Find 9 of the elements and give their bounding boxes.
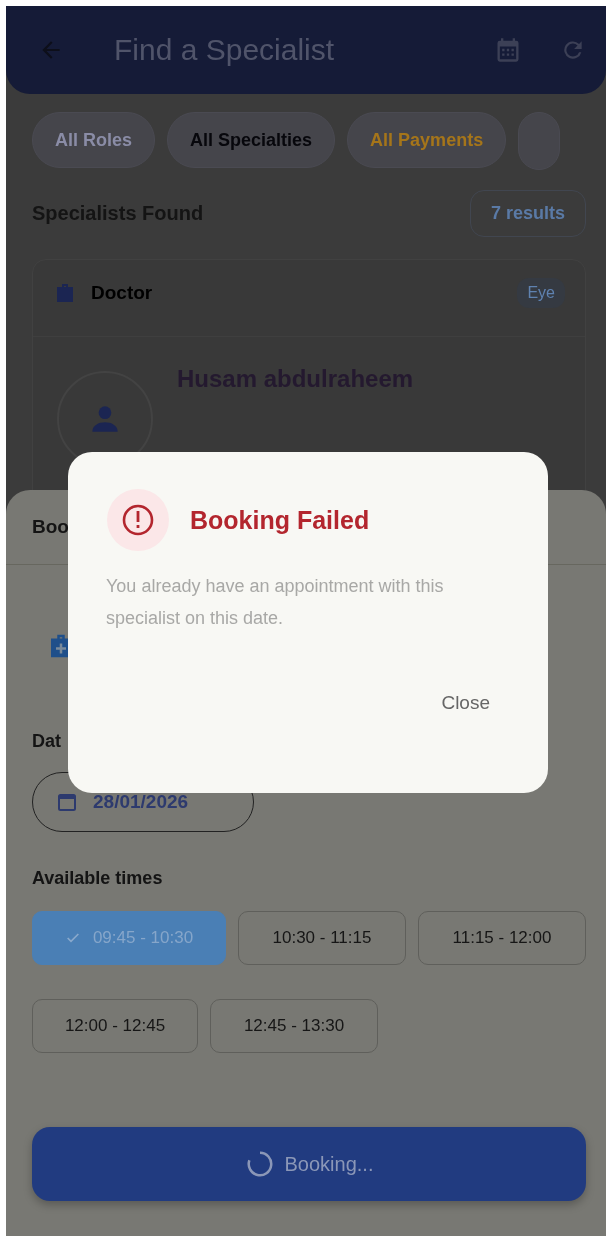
- dialog-title: Booking Failed: [190, 505, 370, 535]
- dialog-message: You already have an appointment with this specialist on this date.: [106, 575, 445, 630]
- times-label: Available times: [32, 868, 163, 889]
- specialty-tag: Eye: [517, 278, 565, 308]
- date-label: Dat: [32, 731, 61, 752]
- role-label: Doctor: [91, 282, 154, 304]
- results-count-badge: 7 results: [469, 190, 586, 237]
- sheet-title: Boo: [32, 516, 69, 538]
- screen-title: Find a Specialist: [114, 33, 336, 67]
